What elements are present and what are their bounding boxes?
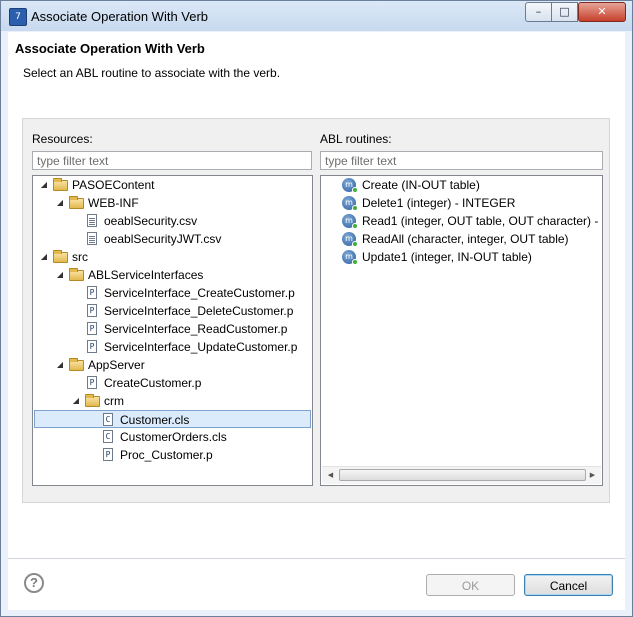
tree-item-appserver[interactable]: ◢ AppServer — [34, 356, 311, 374]
tree-item-label: AppServer — [88, 358, 145, 372]
method-icon: m — [342, 196, 358, 211]
file-icon — [87, 232, 97, 245]
method-icon: m — [342, 178, 358, 193]
scroll-right-icon[interactable]: ▶ — [584, 467, 601, 484]
file-icon: P — [87, 304, 97, 317]
file-icon: P — [87, 286, 97, 299]
folder-icon — [53, 250, 68, 263]
tree-item-label: ABLServiceInterfaces — [88, 268, 204, 282]
minimize-icon[interactable]: – — [525, 2, 551, 22]
file-icon: P — [103, 448, 113, 461]
file-icon — [87, 214, 97, 227]
tree-item-oeablsecurityjwt-csv[interactable]: oeablSecurityJWT.csv — [34, 230, 311, 248]
tree-item-src[interactable]: ◢ src — [34, 248, 311, 266]
tree-item-customerorders-cls[interactable]: C CustomerOrders.cls — [34, 428, 311, 446]
tree-item-label: PASOEContent — [72, 178, 155, 192]
tree-item-label: Proc_Customer.p — [120, 448, 213, 462]
folder-icon — [85, 394, 100, 407]
close-icon[interactable]: ✕ — [578, 2, 626, 22]
method-icon: m — [342, 250, 358, 265]
file-icon: C — [103, 430, 113, 443]
help-icon[interactable]: ? — [24, 573, 44, 593]
method-icon: m — [342, 232, 358, 247]
selection-panel: Resources: ABL routines: ◢ PASOEContent … — [22, 118, 610, 503]
tree-item-label: ServiceInterface_ReadCustomer.p — [104, 322, 288, 336]
method-icon: m — [342, 214, 358, 229]
expand-arrow-icon[interactable]: ◢ — [55, 266, 65, 284]
folder-icon — [69, 358, 84, 371]
routines-label: ABL routines: — [320, 132, 392, 146]
scroll-left-icon[interactable]: ◀ — [322, 467, 339, 484]
tree-item-label: src — [72, 250, 88, 264]
tree-item-oeablsecurity-csv[interactable]: oeablSecurity.csv — [34, 212, 311, 230]
maximize-icon[interactable]: □ — [551, 2, 578, 22]
tree-item-customer-cls[interactable]: C Customer.cls — [34, 410, 311, 428]
folder-icon — [53, 178, 68, 191]
dialog-subtitle: Select an ABL routine to associate with … — [23, 66, 281, 80]
routines-filter-input[interactable] — [320, 151, 603, 170]
file-icon: C — [103, 413, 113, 426]
tree-item-label: ServiceInterface_DeleteCustomer.p — [104, 304, 294, 318]
tree-item-web-inf[interactable]: ◢ WEB-INF — [34, 194, 311, 212]
routine-label: Create (IN-OUT table) — [362, 178, 480, 192]
routine-item-update1[interactable]: m Update1 (integer, IN-OUT table) — [322, 248, 601, 266]
routines-list[interactable]: m Create (IN-OUT table) m Delete1 (integ… — [320, 175, 603, 486]
folder-icon — [69, 196, 84, 209]
folder-icon — [69, 268, 84, 281]
tree-item-label: oeablSecurityJWT.csv — [104, 232, 222, 246]
tree-item-proc-customer[interactable]: P Proc_Customer.p — [34, 446, 311, 464]
tree-item-label: WEB-INF — [88, 196, 139, 210]
file-icon: P — [87, 340, 97, 353]
expand-arrow-icon[interactable]: ◢ — [39, 176, 49, 194]
routine-label: Read1 (integer, OUT table, OUT character… — [362, 214, 602, 228]
routine-label: Update1 (integer, IN-OUT table) — [362, 250, 532, 264]
tree-item-label: oeablSecurity.csv — [104, 214, 198, 228]
window-title: Associate Operation With Verb — [31, 9, 209, 24]
tree-item-serviceinterface-deletecustomer[interactable]: P ServiceInterface_DeleteCustomer.p — [34, 302, 311, 320]
ok-button[interactable]: OK — [426, 574, 515, 596]
tree-item-label: Customer.cls — [120, 413, 190, 427]
dialog-title: Associate Operation With Verb — [15, 41, 205, 56]
routine-item-delete1[interactable]: m Delete1 (integer) - INTEGER — [322, 194, 601, 212]
tree-item-label: crm — [104, 394, 124, 408]
tree-item-pasoecontent[interactable]: ◢ PASOEContent — [34, 176, 311, 194]
tree-item-ablserviceinterfaces[interactable]: ◢ ABLServiceInterfaces — [34, 266, 311, 284]
routine-label: ReadAll (character, integer, OUT table) — [362, 232, 569, 246]
dialog-header: Associate Operation With Verb Select an … — [8, 32, 625, 94]
resources-filter-input[interactable] — [32, 151, 312, 170]
tree-item-label: ServiceInterface_CreateCustomer.p — [104, 286, 295, 300]
routine-label: Delete1 (integer) - INTEGER — [362, 196, 516, 210]
app-icon: 7 — [9, 8, 27, 26]
tree-item-crm[interactable]: ◢ crm — [34, 392, 311, 410]
tree-item-serviceinterface-createcustomer[interactable]: P ServiceInterface_CreateCustomer.p — [34, 284, 311, 302]
expand-arrow-icon[interactable]: ◢ — [39, 248, 49, 266]
horizontal-scrollbar[interactable]: ◀ ▶ — [322, 466, 601, 484]
tree-item-createcustomer[interactable]: P CreateCustomer.p — [34, 374, 311, 392]
routine-item-create[interactable]: m Create (IN-OUT table) — [322, 176, 601, 194]
tree-item-label: ServiceInterface_UpdateCustomer.p — [104, 340, 298, 354]
expand-arrow-icon[interactable]: ◢ — [55, 194, 65, 212]
resources-label: Resources: — [32, 132, 93, 146]
resources-tree[interactable]: ◢ PASOEContent ◢ WEB-INF oeablSecurity.c… — [32, 175, 313, 486]
tree-item-label: CustomerOrders.cls — [120, 430, 227, 444]
tree-item-label: CreateCustomer.p — [104, 376, 202, 390]
title-bar[interactable]: 7 Associate Operation With Verb – □ ✕ — [1, 1, 632, 31]
cancel-button[interactable]: Cancel — [524, 574, 613, 596]
file-icon: P — [87, 322, 97, 335]
tree-item-serviceinterface-updatecustomer[interactable]: P ServiceInterface_UpdateCustomer.p — [34, 338, 311, 356]
expand-arrow-icon[interactable]: ◢ — [71, 392, 81, 410]
dialog-window: 7 Associate Operation With Verb – □ ✕ As… — [0, 0, 633, 617]
dialog-body: Resources: ABL routines: ◢ PASOEContent … — [8, 93, 625, 558]
routine-item-readall[interactable]: m ReadAll (character, integer, OUT table… — [322, 230, 601, 248]
dialog-footer: ? OK Cancel — [8, 558, 625, 610]
routine-item-read1[interactable]: m Read1 (integer, OUT table, OUT charact… — [322, 212, 602, 230]
expand-arrow-icon[interactable]: ◢ — [55, 356, 65, 374]
file-icon: P — [87, 376, 97, 389]
tree-item-serviceinterface-readcustomer[interactable]: P ServiceInterface_ReadCustomer.p — [34, 320, 311, 338]
scrollbar-thumb[interactable] — [339, 469, 586, 481]
